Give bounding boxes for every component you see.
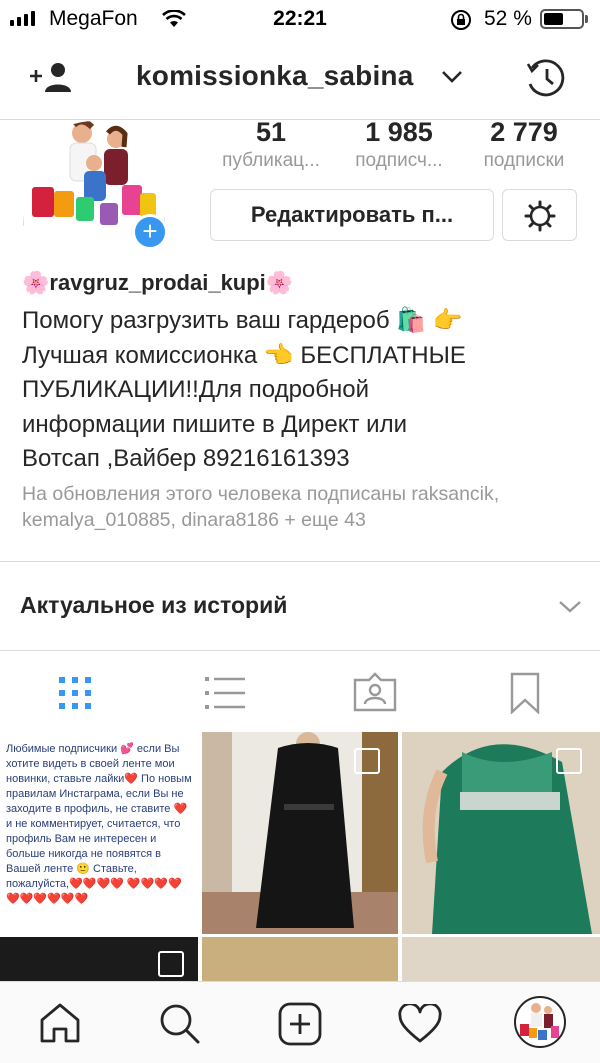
note-date-strip [40, 732, 198, 740]
bottom-nav [0, 981, 600, 1063]
multi-photo-icon [158, 951, 184, 977]
profile-avatar[interactable] [514, 996, 566, 1048]
gear-icon [524, 200, 556, 232]
add-person-icon[interactable] [28, 62, 76, 94]
post-thumbnail[interactable] [402, 732, 600, 934]
heart-icon[interactable] [398, 1004, 442, 1044]
saved-icon[interactable] [510, 672, 540, 714]
list-icon[interactable] [205, 676, 245, 710]
orientation-lock-icon [451, 10, 471, 30]
post-thumbnail[interactable] [402, 937, 600, 981]
battery-level [544, 13, 563, 25]
history-icon[interactable] [524, 58, 568, 98]
posts-label[interactable]: публикац... [206, 150, 336, 172]
highlights-title[interactable]: Актуальное из историй [20, 592, 287, 619]
battery-icon [540, 9, 584, 29]
battery-percent: 52 % [484, 7, 532, 30]
divider [0, 650, 600, 651]
profile-display-name: 🌸ravgruz_prodai_kupi🌸 [22, 270, 293, 296]
post-thumbnail[interactable] [0, 937, 198, 981]
multi-photo-icon [556, 748, 582, 774]
post-note-text: Любимые подписчики 💕 если Вы хотите виде… [6, 743, 192, 905]
search-icon[interactable] [158, 1002, 202, 1046]
followed-by-text[interactable]: На обновления этого человека подписаны r… [22, 481, 582, 533]
followers-count[interactable]: 1 985 [334, 117, 464, 148]
edit-profile-button[interactable]: Редактировать п... [210, 189, 494, 241]
home-icon[interactable] [38, 1002, 82, 1044]
post-thumbnail[interactable]: Любимые подписчики 💕 если Вы хотите виде… [0, 732, 198, 934]
posts-count[interactable]: 51 [212, 117, 330, 148]
flower-emoji: 🌸 [265, 270, 294, 295]
grid-icon[interactable] [58, 676, 92, 710]
flower-emoji: 🌸 [22, 270, 50, 295]
display-name-text: ravgruz_prodai_kupi [49, 270, 266, 295]
followers-label[interactable]: подписч... [334, 150, 464, 172]
chevron-down-icon[interactable] [558, 600, 582, 614]
multi-photo-icon [354, 748, 380, 774]
tagged-icon[interactable] [353, 672, 397, 712]
status-bar: MegaFon 22:21 52 % [0, 0, 600, 40]
add-post-icon[interactable] [278, 1002, 322, 1046]
post-thumbnail[interactable] [202, 937, 398, 981]
username-text: komissionka_sabina [136, 60, 414, 91]
profile-bio: Помогу разгрузить ваш гардероб 🛍️ 👉 Лучш… [22, 307, 466, 472]
divider [0, 561, 600, 562]
chevron-down-icon[interactable] [441, 70, 463, 84]
battery-cap [585, 15, 588, 23]
add-story-button[interactable]: + [132, 214, 168, 250]
profile-username[interactable]: komissionka_sabina [136, 60, 414, 92]
following-count[interactable]: 2 779 [462, 117, 586, 148]
settings-button[interactable] [502, 189, 577, 241]
post-thumbnail[interactable] [202, 732, 398, 934]
following-label[interactable]: подписки [458, 150, 590, 172]
